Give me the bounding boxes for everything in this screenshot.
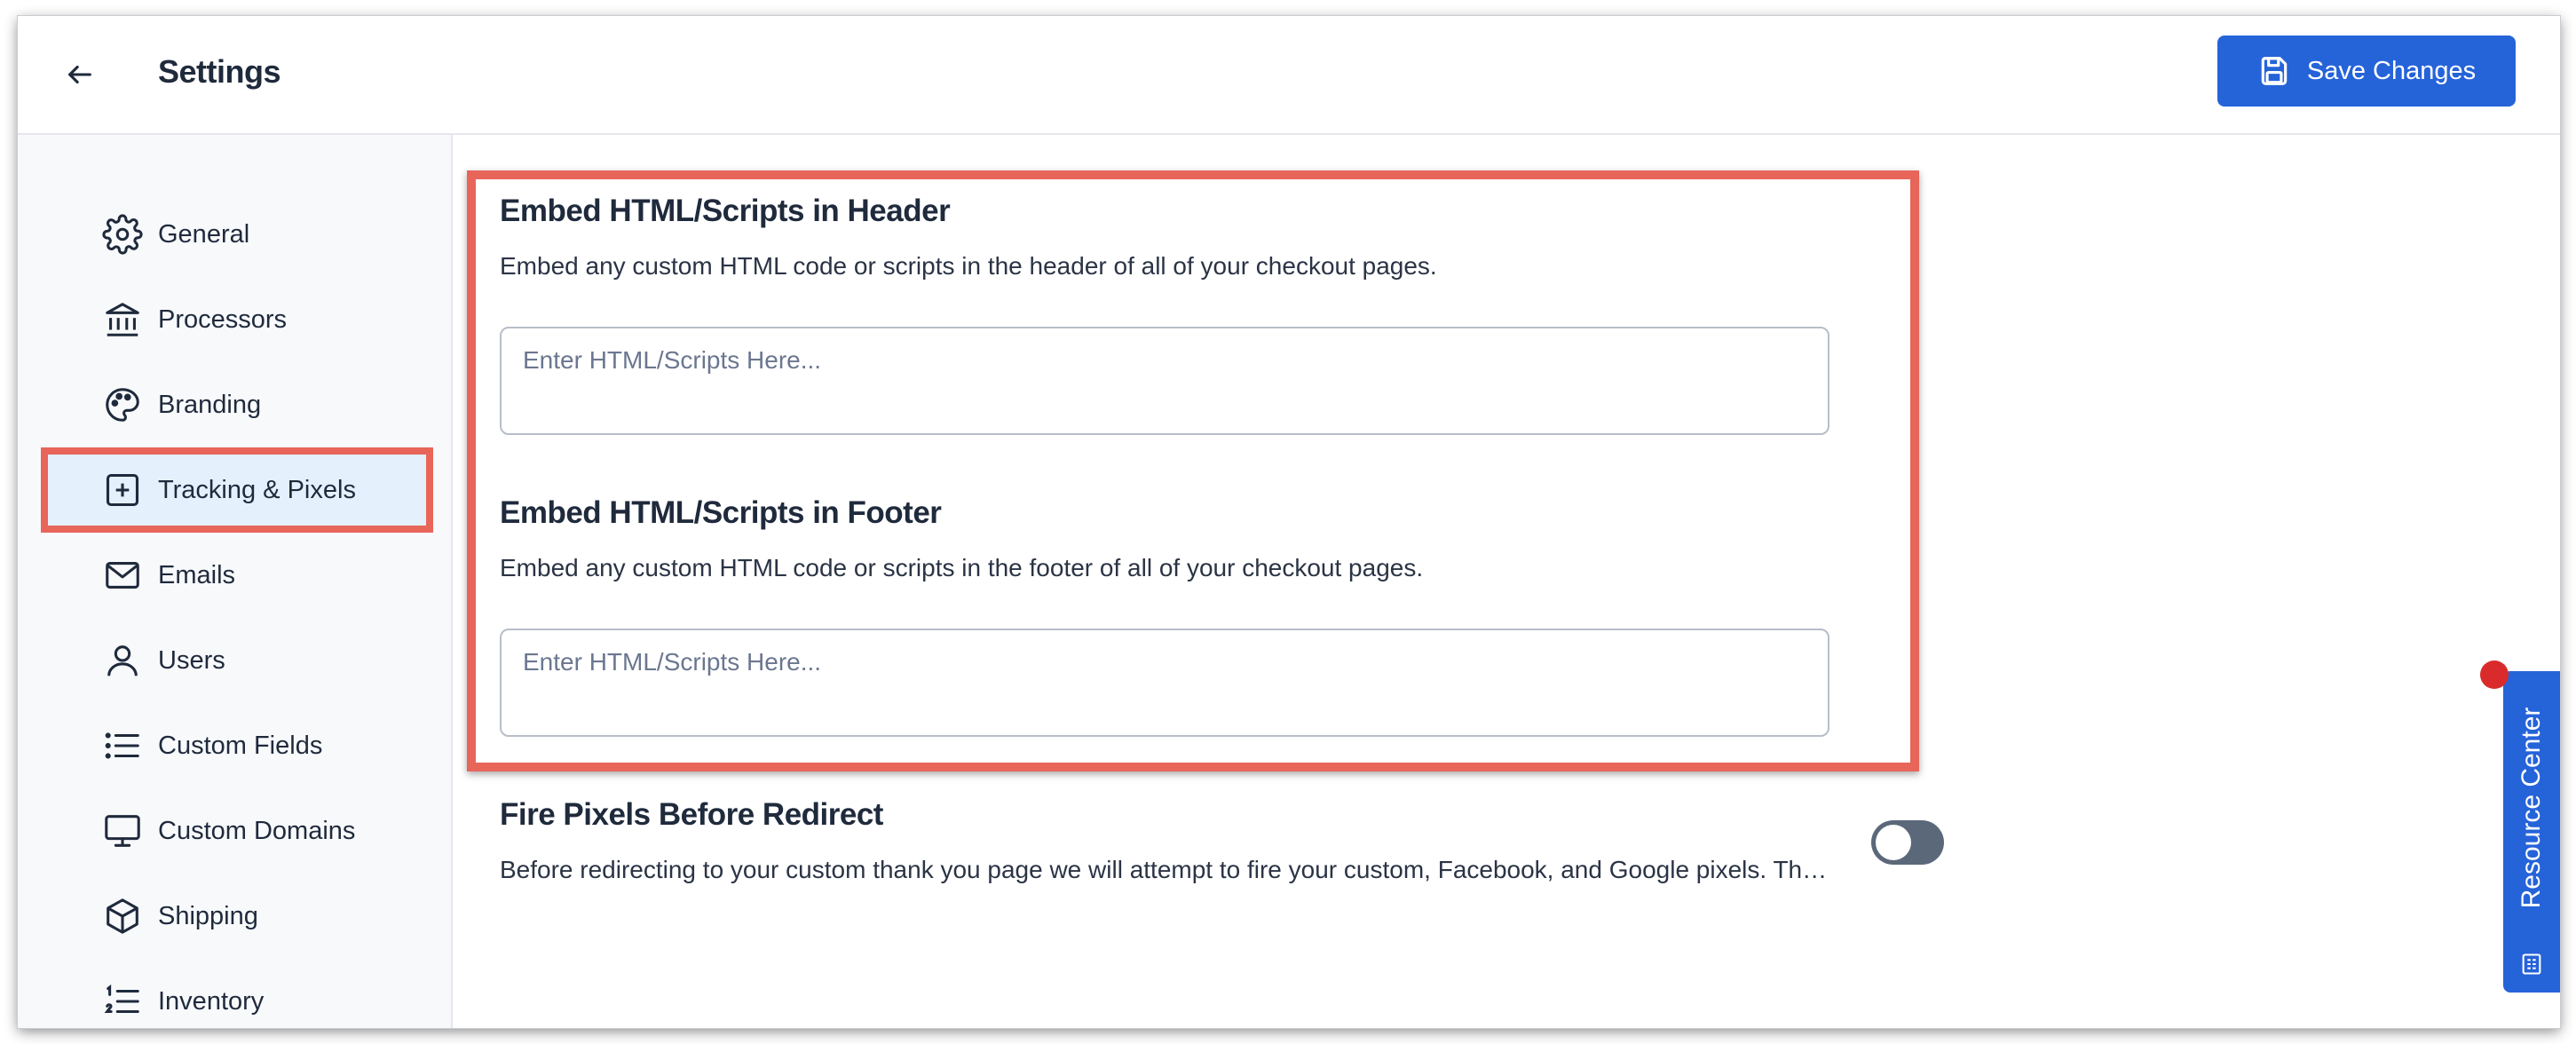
sidebar-item-custom-fields[interactable]: Custom Fields (48, 710, 426, 781)
sidebar-item-shipping[interactable]: Shipping (48, 881, 426, 952)
fire-pixels-description: Before redirecting to your custom thank … (500, 856, 1828, 883)
sidebar-item-label: Custom Domains (158, 816, 356, 845)
sidebar-item-emails[interactable]: Emails (48, 540, 426, 611)
sidebar-item-label: Inventory (158, 986, 265, 1016)
arrow-left-icon (68, 65, 91, 84)
book-icon (2519, 952, 2544, 981)
header-scripts-input[interactable] (500, 327, 1829, 435)
sidebar-item-label: Shipping (158, 901, 258, 930)
sidebar-item-label: General (158, 219, 250, 249)
fire-pixels-title: Fire Pixels Before Redirect (500, 797, 883, 832)
notification-dot (2480, 660, 2509, 689)
gear-icon (101, 213, 144, 256)
resource-center-tab[interactable]: Resource Center (2503, 671, 2560, 993)
resource-center-label: Resource Center (2517, 707, 2546, 909)
sidebar-item-label: Branding (158, 390, 262, 419)
palette-icon (101, 384, 144, 426)
sidebar-item-label: Emails (158, 560, 236, 589)
sidebar-item-label: Custom Fields (158, 731, 323, 760)
footer-scripts-title: Embed HTML/Scripts in Footer (500, 495, 942, 530)
sidebar-item-general[interactable]: General (48, 199, 426, 270)
sidebar-item-label: Users (158, 645, 225, 675)
monitor-icon (101, 810, 144, 852)
sidebar-item-users[interactable]: Users (48, 625, 426, 696)
footer-scripts-description: Embed any custom HTML code or scripts in… (500, 554, 1424, 581)
save-changes-label: Save Changes (2306, 56, 2477, 85)
sidebar-item-label: Tracking & Pixels (158, 475, 356, 504)
numbered-list-icon (101, 980, 144, 1023)
save-icon (2261, 57, 2288, 85)
sidebar-item-tracking-pixels[interactable]: Tracking & Pixels (41, 447, 433, 533)
save-changes-button[interactable]: Save Changes (2217, 36, 2516, 107)
list-icon (101, 724, 144, 767)
back-button[interactable] (60, 55, 99, 94)
page-title: Settings (158, 53, 281, 90)
bank-icon (101, 298, 144, 341)
sidebar-item-processors[interactable]: Processors (48, 284, 426, 355)
user-icon (101, 639, 144, 682)
header-scripts-description: Embed any custom HTML code or scripts in… (500, 252, 1437, 280)
sidebar-item-custom-domains[interactable]: Custom Domains (48, 795, 426, 866)
mail-icon (101, 554, 144, 597)
app-window: Settings Save Changes General Processors… (18, 16, 2560, 1028)
sidebar-item-inventory[interactable]: Inventory (48, 966, 426, 1028)
fire-pixels-toggle[interactable] (1871, 820, 1944, 865)
sidebar-item-branding[interactable]: Branding (48, 369, 426, 440)
settings-sidebar: General Processors Branding Tracking & P… (18, 135, 453, 1028)
toggle-knob (1876, 825, 1911, 860)
header-scripts-title: Embed HTML/Scripts in Header (500, 194, 951, 228)
top-bar: Settings Save Changes (18, 16, 2560, 135)
footer-scripts-input[interactable] (500, 629, 1829, 737)
plus-square-icon (101, 469, 144, 511)
sidebar-item-label: Processors (158, 304, 288, 334)
box-icon (101, 895, 144, 937)
